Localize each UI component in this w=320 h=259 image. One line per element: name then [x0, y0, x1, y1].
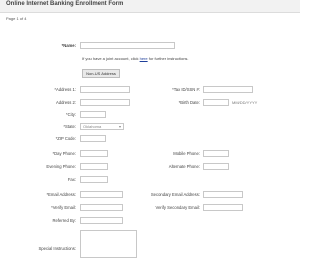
zip-label: *ZIP Code: — [55, 136, 76, 141]
joint-account-link[interactable]: here — [140, 56, 148, 61]
birth-date-format-hint: MM/DD/YYYY — [232, 100, 258, 105]
tax-id-input[interactable] — [203, 86, 253, 93]
fax-input[interactable] — [80, 176, 108, 183]
alternate-phone-input[interactable] — [203, 163, 229, 170]
evening-phone-input[interactable] — [80, 163, 108, 170]
birth-date-label: *Birth Date: — [178, 100, 200, 105]
birth-date-input[interactable] — [203, 99, 229, 106]
verify-secondary-email-input[interactable] — [203, 204, 243, 211]
secondary-email-label: Secondary Email Address: — [150, 192, 200, 197]
tax-id-label: *Tax ID/SSN #: — [172, 87, 200, 92]
verify-secondary-email-label: Verify Secondary Email: — [155, 205, 200, 210]
verify-email-input[interactable] — [80, 204, 123, 211]
referred-by-input[interactable] — [80, 217, 123, 224]
form-title-bar: Online Internet Banking Enrollment Form — [0, 0, 300, 13]
city-input[interactable] — [80, 111, 106, 118]
state-select[interactable]: Oklahoma ▾ — [80, 123, 124, 130]
form-title: Online Internet Banking Enrollment Form — [6, 1, 124, 7]
verify-email-label: *Verify Email: — [51, 205, 76, 210]
joint-account-note: If you have a joint account, click here … — [82, 56, 189, 61]
city-label: *City: — [65, 112, 76, 117]
special-instructions-textarea[interactable] — [80, 230, 137, 258]
chevron-down-icon: ▾ — [118, 124, 121, 129]
address1-input[interactable] — [80, 86, 130, 93]
address1-label: *Address 1: — [54, 87, 76, 92]
secondary-email-input[interactable] — [203, 191, 243, 198]
evening-phone-label: Evening Phone: — [46, 164, 76, 169]
state-label: *State: — [63, 124, 76, 129]
referred-by-label: Referred By: — [52, 218, 76, 223]
state-selected-value: Oklahoma — [83, 124, 102, 129]
zip-input[interactable] — [80, 135, 106, 142]
mobile-phone-input[interactable] — [203, 150, 229, 157]
day-phone-label: *Day Phone: — [52, 151, 76, 156]
email-input[interactable] — [80, 191, 123, 198]
special-instructions-label: Special Instructions: — [38, 246, 76, 251]
page-indicator: Page 1 of 4 — [6, 16, 27, 21]
address2-input[interactable] — [80, 99, 130, 106]
email-label: *Email Address: — [46, 192, 76, 197]
mobile-phone-label: Mobile Phone: — [173, 151, 200, 156]
non-us-address-button[interactable]: Non-US Address — [82, 69, 120, 78]
address2-label: Address 2: — [55, 100, 76, 105]
fax-label: Fax: — [67, 177, 76, 182]
name-input[interactable] — [80, 42, 175, 49]
day-phone-input[interactable] — [80, 150, 108, 157]
name-label: *Name: — [61, 43, 76, 48]
alternate-phone-label: Alternate Phone: — [168, 164, 200, 169]
